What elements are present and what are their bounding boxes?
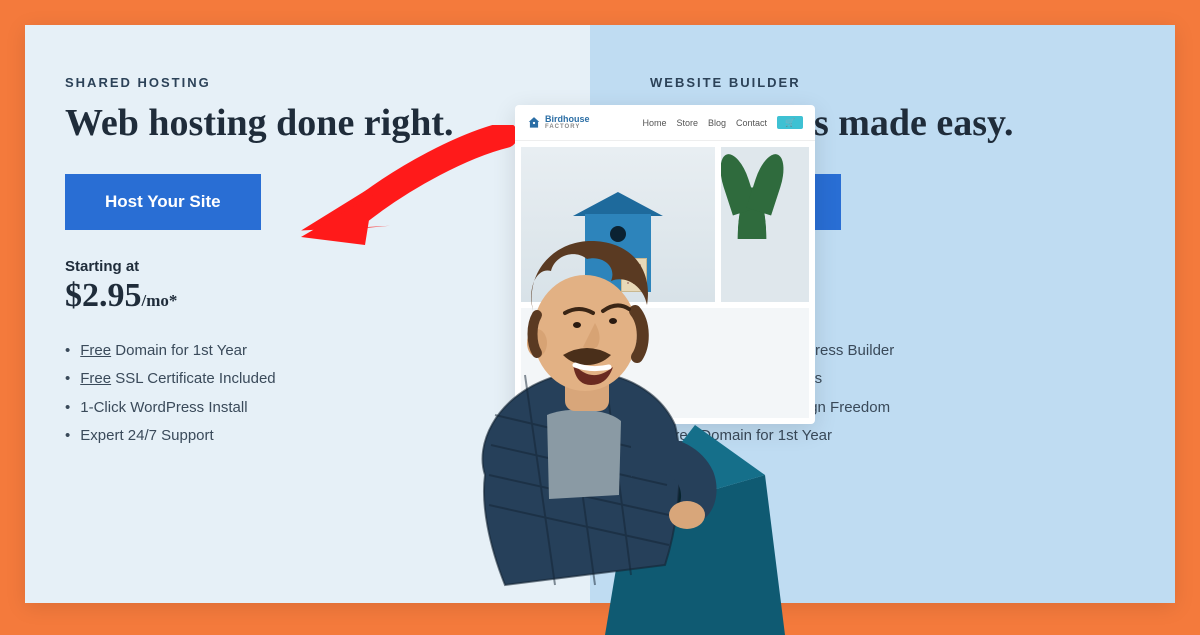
feature-text: Domain for 1st Year (111, 342, 247, 359)
host-your-site-button[interactable]: Host Your Site (65, 174, 261, 230)
price-per-left: /mo* (142, 291, 178, 310)
feature-prefix: Free (80, 370, 111, 387)
mockup-nav-store: Store (676, 118, 698, 128)
feature-text: Expert 24/7 Support (80, 427, 213, 444)
mockup-nav-blog: Blog (708, 118, 726, 128)
promo-card: SHARED HOSTING Web hosting done right. H… (25, 25, 1175, 603)
headline-left: Web hosting done right. (65, 102, 550, 146)
price-amount-left: $2.95 (65, 277, 142, 314)
mockup-nav-home: Home (642, 118, 666, 128)
mockup-nav: Birdhouse FACTORY Home Store Blog Contac… (515, 105, 815, 141)
mockup-brand-bottom: FACTORY (545, 124, 590, 130)
feature-text: SSL Certificate Included (111, 370, 276, 387)
feature-prefix: Free (80, 342, 111, 359)
mockup-nav-contact: Contact (736, 118, 767, 128)
cart-icon: 🛒 (777, 116, 803, 129)
person-illustration (415, 215, 795, 635)
mockup-logo: Birdhouse FACTORY (527, 115, 590, 130)
mockup-brand-top: Birdhouse (545, 115, 590, 124)
birdhouse-icon (527, 116, 541, 130)
eyebrow-left: SHARED HOSTING (65, 75, 550, 90)
mockup-nav-links: Home Store Blog Contact 🛒 (642, 116, 803, 129)
eyebrow-right: WEBSITE BUILDER (650, 75, 1135, 90)
feature-text: 1-Click WordPress Install (80, 399, 247, 416)
